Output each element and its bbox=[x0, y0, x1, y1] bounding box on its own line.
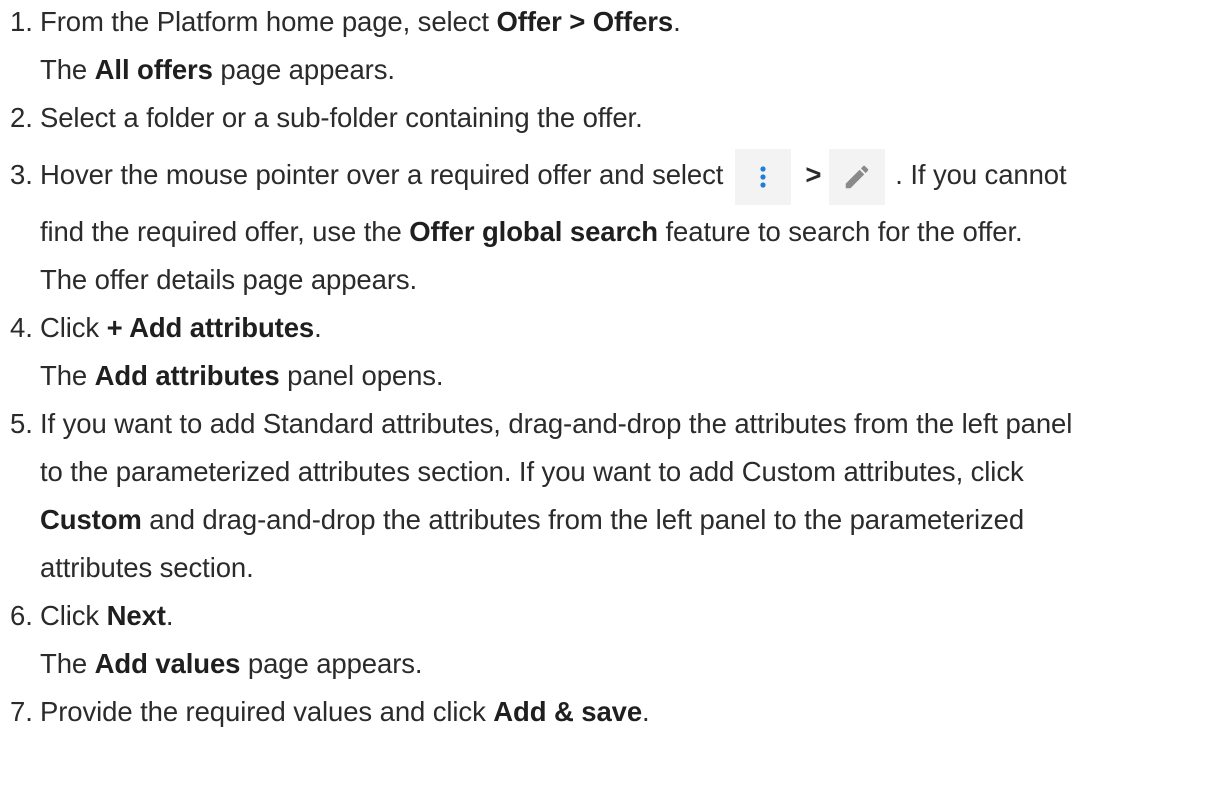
step-number: 5. bbox=[10, 408, 33, 439]
step-4: 4. Click + Add attributes. The Add attri… bbox=[0, 308, 1215, 396]
step-5: 5. If you want to add Standard attribute… bbox=[0, 404, 1215, 588]
button-name: Add & save bbox=[493, 696, 643, 727]
page-name: All offers bbox=[94, 54, 213, 85]
step-text: to the parameterized attributes section.… bbox=[40, 456, 1024, 487]
step-text: Click Next. bbox=[40, 600, 174, 631]
step-text: From the Platform home page, select Offe… bbox=[40, 6, 681, 37]
panel-name: Add attributes bbox=[94, 360, 280, 391]
step-number: 6. bbox=[10, 600, 33, 631]
step-number: 2. bbox=[10, 102, 33, 133]
step-6: 6. Click Next. The Add values page appea… bbox=[0, 596, 1215, 684]
button-name: Next bbox=[106, 600, 166, 631]
step-text: find the required offer, use the Offer g… bbox=[40, 216, 1023, 247]
step-3: 3. Hover the mouse pointer over a requir… bbox=[0, 146, 1215, 300]
step-number: 3. bbox=[10, 159, 33, 190]
step-text: attributes section. bbox=[40, 552, 254, 583]
option-name: Custom bbox=[40, 504, 142, 535]
step-result: The Add attributes panel opens. bbox=[40, 360, 444, 391]
step-text: Select a folder or a sub-folder containi… bbox=[40, 102, 643, 133]
step-result: The All offers page appears. bbox=[40, 54, 395, 85]
kebab-menu-icon bbox=[735, 148, 792, 205]
step-text: Hover the mouse pointer over a required … bbox=[40, 146, 1215, 205]
step-2: 2. Select a folder or a sub-folder conta… bbox=[0, 98, 1215, 138]
step-text: Custom and drag-and-drop the attributes … bbox=[40, 504, 1025, 535]
step-number: 4. bbox=[10, 312, 33, 343]
step-text: Provide the required values and click Ad… bbox=[40, 696, 650, 727]
step-result: The offer details page appears. bbox=[40, 264, 418, 295]
procedure-steps: 1. From the Platform home page, select O… bbox=[0, 0, 1215, 732]
separator: > bbox=[805, 159, 822, 190]
pencil-edit-icon bbox=[829, 148, 886, 205]
feature-name: Offer global search bbox=[409, 216, 658, 247]
step-text: If you want to add Standard attributes, … bbox=[40, 408, 1073, 439]
page-name: Add values bbox=[94, 648, 241, 679]
button-name: + Add attributes bbox=[106, 312, 315, 343]
step-1: 1. From the Platform home page, select O… bbox=[0, 2, 1215, 90]
step-number: 7. bbox=[10, 696, 33, 727]
step-number: 1. bbox=[10, 6, 33, 37]
step-text: Click + Add attributes. bbox=[40, 312, 322, 343]
step-7: 7. Provide the required values and click… bbox=[0, 692, 1215, 732]
menu-path: Offer > Offers bbox=[496, 6, 674, 37]
step-result: The Add values page appears. bbox=[40, 648, 423, 679]
